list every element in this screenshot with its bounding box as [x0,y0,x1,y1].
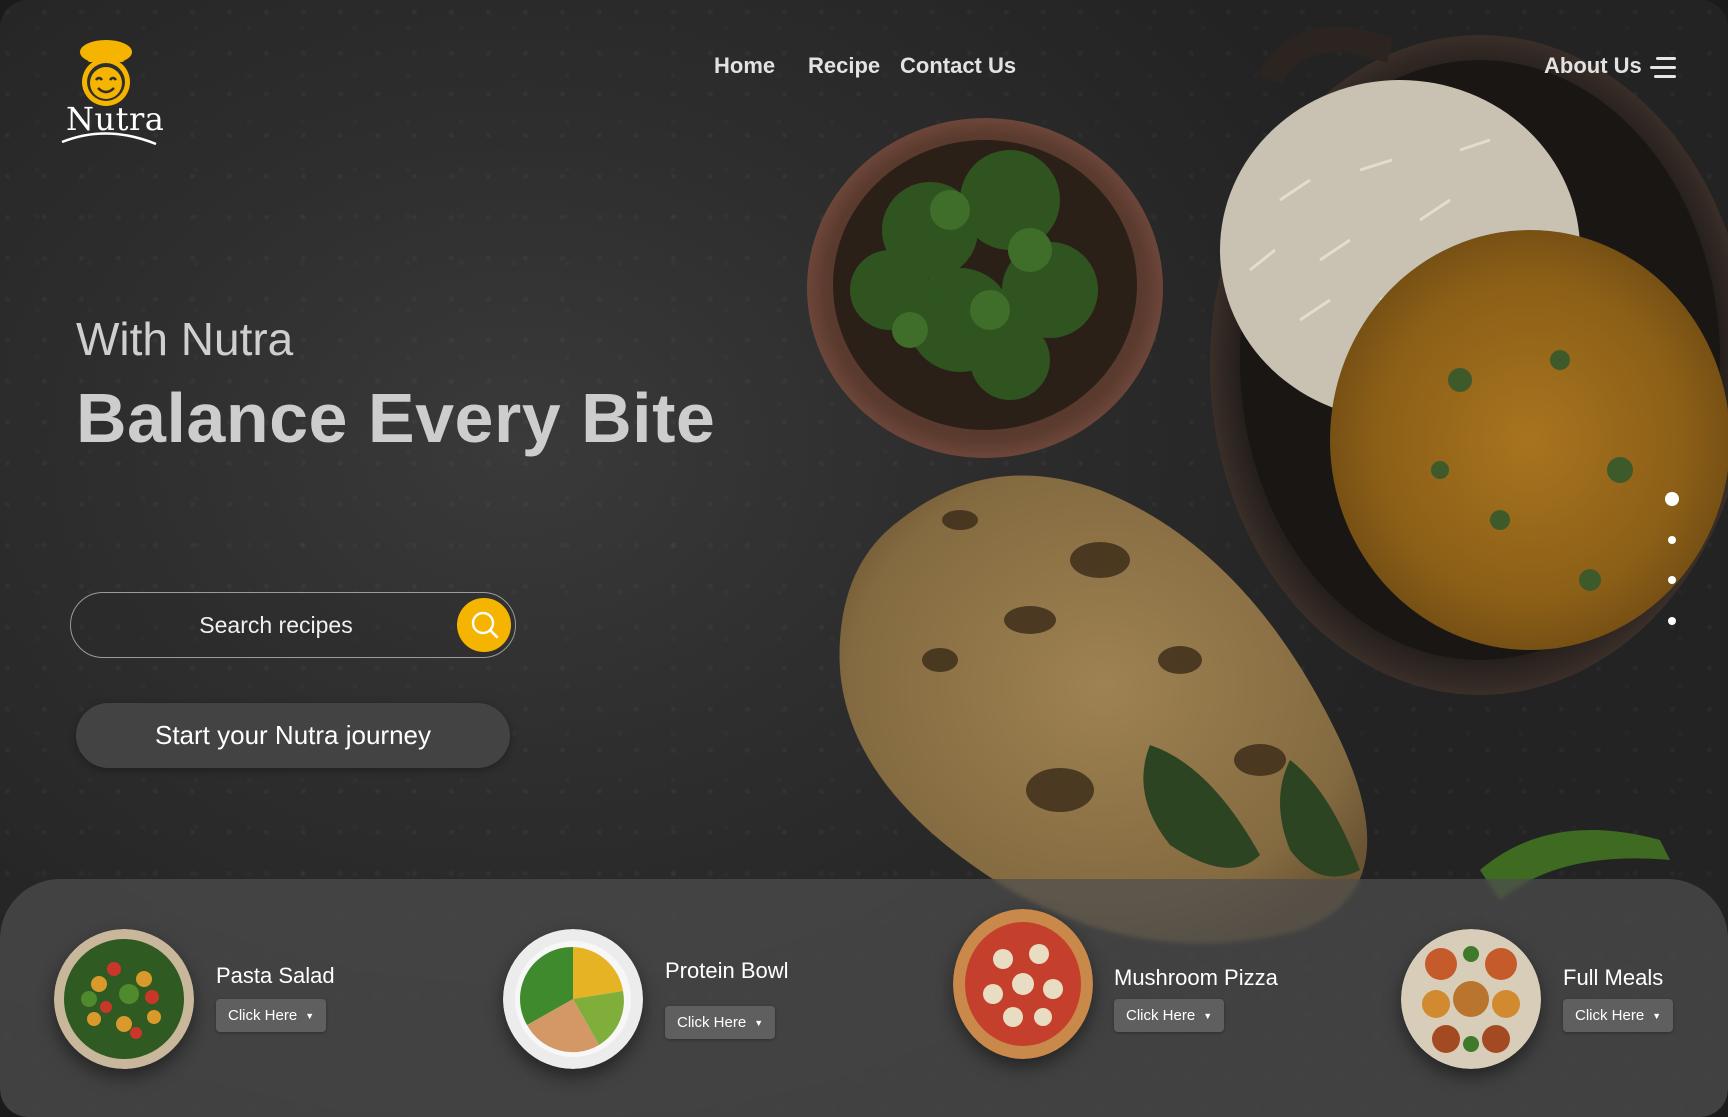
nav-recipe-link[interactable]: Recipe [808,53,880,79]
button-label: Click Here [228,1007,298,1024]
carousel-dot-2[interactable] [1668,536,1676,544]
caret-down-icon: ▼ [754,1018,764,1029]
nav-home-link[interactable]: Home [714,53,775,79]
caret-down-icon: ▼ [305,1011,315,1022]
carousel-dot-3[interactable] [1668,576,1676,584]
category-card-full-meals: Full Meals Click Here ▼ [1320,879,1728,1117]
search-bar [70,592,516,658]
protein-bowl-click-button[interactable]: Click Here ▼ [665,1006,776,1039]
mushroom-pizza-image[interactable] [953,909,1093,1059]
hero-subtitle: With Nutra [76,313,294,365]
pasta-salad-image[interactable] [54,929,194,1069]
carousel-dot-4[interactable] [1668,617,1676,625]
caret-down-icon: ▼ [1652,1011,1662,1022]
pasta-salad-click-button[interactable]: Click Here ▼ [216,999,327,1032]
category-title: Protein Bowl [665,958,789,983]
button-label: Click Here [1126,1007,1196,1024]
search-button[interactable] [457,598,511,652]
brand-name: Nutra [66,100,165,138]
mushroom-pizza-click-button[interactable]: Click Here ▼ [1114,999,1225,1032]
category-title: Full Meals [1563,965,1664,990]
curry-pot [1210,26,1728,695]
category-title: Mushroom Pizza [1114,965,1278,990]
landing-page: Nutra Home Recipe Contact Us About Us Wi… [0,0,1728,1117]
hamburger-menu-icon[interactable] [1650,57,1676,79]
full-meals-click-button[interactable]: Click Here ▼ [1563,999,1674,1032]
button-label: Click Here [677,1014,747,1031]
category-card-mushroom-pizza: Mushroom Pizza Click Here ▼ [880,879,1320,1117]
protein-bowl-image[interactable] [503,929,643,1069]
caret-down-icon: ▼ [1203,1011,1213,1022]
category-panel: Pasta Salad Click Here ▼ Protein Bowl Cli… [0,879,1728,1117]
nav-about-link[interactable]: About Us [1544,53,1642,79]
category-card-protein-bowl: Protein Bowl Click Here ▼ [440,879,880,1117]
search-input[interactable] [111,601,441,649]
search-icon [471,611,499,639]
category-title: Pasta Salad [216,963,335,988]
hero-title: Balance Every Bite [76,379,716,457]
button-label: Click Here [1575,1007,1645,1024]
start-journey-button[interactable]: Start your Nutra journey [76,703,510,768]
full-meals-image[interactable] [1401,929,1541,1069]
category-card-pasta-salad: Pasta Salad Click Here ▼ [0,879,440,1117]
carousel-dot-1[interactable] [1665,492,1679,506]
herb-bowl [807,118,1163,458]
nav-contact-link[interactable]: Contact Us [900,53,1016,79]
